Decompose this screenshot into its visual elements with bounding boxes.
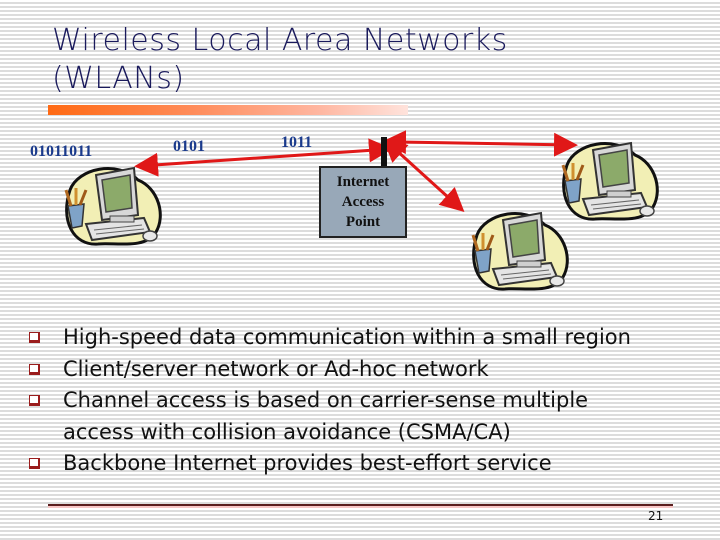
internet-access-point: Internet Access Point (319, 166, 407, 238)
bit-label-segment-1: 0101 (173, 138, 205, 155)
slide-title-line-2: (WLANs) (52, 61, 185, 96)
antenna-icon (381, 137, 387, 167)
bullet-item: Backbone Internet provides best-effort s… (28, 448, 708, 480)
bullet-text: Client/server network or Ad-hoc network (63, 356, 489, 381)
square-bullet-icon (29, 395, 40, 406)
bullet-item: Channel access is based on carrier-sense… (28, 385, 653, 448)
ap-label-line-2: Access (341, 194, 385, 210)
square-bullet-icon (29, 363, 40, 375)
bullet-text: Backbone Internet provides best-effort s… (63, 451, 552, 475)
footer-divider (48, 504, 673, 506)
bullet-text: Channel access is based on carrier-sense… (63, 388, 589, 444)
desktop-computer-icon (561, 141, 659, 221)
bullet-item: High-speed data communication within a s… (28, 322, 708, 354)
bullet-list: High-speed data communication within a s… (28, 322, 708, 480)
bit-label-received: 01011011 (30, 143, 93, 160)
page-number: 21 (648, 509, 664, 523)
square-bullet-icon (29, 458, 40, 469)
bit-label-segment-2: 1011 (281, 134, 313, 151)
bullet-text: High-speed data communication within a s… (63, 325, 631, 349)
ap-label-line-1: Internet (336, 174, 390, 190)
desktop-computer-icon (64, 166, 162, 246)
bullet-item: Client/server network or Ad-hoc network (28, 354, 708, 386)
slide-title: Wireless Local Area Networks (WLANs) (52, 22, 612, 98)
ap-label-line-3: Point (345, 214, 381, 230)
arrow-ap-to-right-computer (382, 130, 578, 157)
square-bullet-icon (29, 332, 40, 343)
slide-title-line-1: Wireless Local Area Networks (52, 23, 508, 58)
title-underline-bar (48, 105, 408, 115)
